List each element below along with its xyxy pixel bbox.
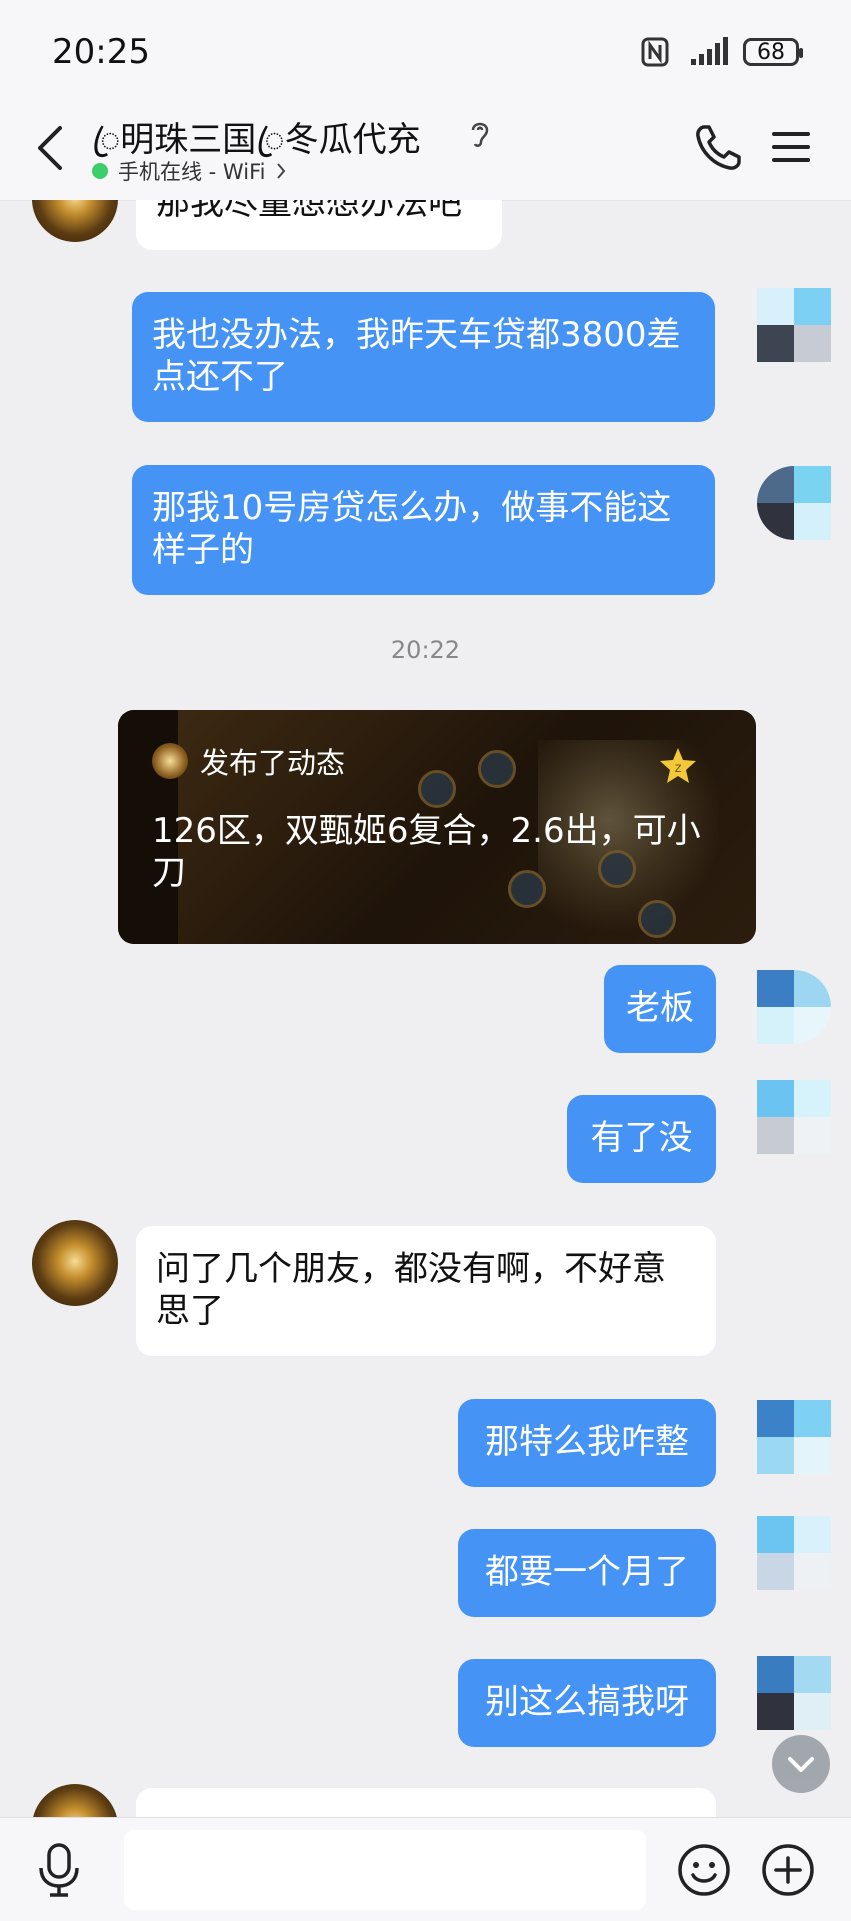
nfc-icon [641,37,669,67]
chevron-down-icon [788,1757,814,1772]
outgoing-message[interactable]: 都要一个月了 [458,1529,716,1617]
card-title: 发布了动态 [200,746,346,780]
call-button[interactable] [692,122,744,174]
back-button[interactable] [28,120,78,176]
outgoing-message[interactable]: 老板 [604,965,716,1053]
outgoing-message[interactable]: 别这么搞我呀 [458,1659,716,1747]
user-avatar[interactable] [757,466,831,540]
online-status-text: 手机在线 - WiFi [118,160,266,184]
microphone-button[interactable] [36,1842,82,1898]
user-avatar[interactable] [757,288,831,362]
emoji-button[interactable] [676,1842,732,1898]
shared-post-card[interactable]: 发布了动态 z 126区，双甄姬6复合，2.6出，可小刀 [118,710,756,944]
battery-level: 68 [757,39,785,65]
scroll-down-button[interactable] [772,1735,830,1793]
user-avatar[interactable] [757,1400,831,1474]
status-time: 20:25 [52,32,150,72]
card-header: 发布了动态 [152,740,345,782]
contact-avatar[interactable] [32,1784,118,1817]
chat-header: ꦿ明珠三国ꦿ冬瓜代充 手机在线 - WiFi [0,98,851,201]
outgoing-message[interactable]: 那特么我咋整 [458,1399,716,1487]
status-bar: 20:25 68 [0,0,851,98]
chevron-right-icon [277,163,286,179]
incoming-message[interactable]: 那我尽量想想办法吧 [136,200,502,250]
message-input[interactable] [124,1830,646,1910]
online-status[interactable]: 手机在线 - WiFi [92,156,287,186]
outgoing-message[interactable]: 那我10号房贷怎么办，做事不能这样子的 [132,465,715,595]
user-avatar[interactable] [757,1656,831,1730]
battery-icon: 68 [743,38,803,66]
contact-avatar[interactable] [32,200,118,242]
card-text: 126区，双甄姬6复合，2.6出，可小刀 [152,811,701,893]
user-avatar[interactable] [757,1080,831,1180]
incoming-message[interactable]: 问了几个朋友，都没有啊，不好意思了 [136,1226,716,1356]
card-avatar [152,743,188,779]
input-bar [0,1817,851,1921]
timestamp: 20:22 [390,636,461,664]
svg-text:z: z [675,761,682,776]
user-avatar[interactable] [757,970,831,1044]
incoming-message-partial[interactable] [136,1788,716,1817]
online-dot-icon [92,163,108,179]
status-icons: 68 [641,34,803,70]
menu-button[interactable] [770,126,812,168]
star-badge-icon: z [660,748,696,783]
outgoing-message[interactable]: 我也没办法，我昨天车贷都3800差点还不了 [132,292,715,422]
chat-area[interactable]: 那我尽量想想办法吧 我也没办法，我昨天车贷都3800差点还不了 那我10号房贷怎… [0,200,851,1817]
signal-icon [691,37,728,65]
outgoing-message[interactable]: 有了没 [567,1095,716,1183]
contact-avatar[interactable] [32,1220,118,1306]
user-avatar[interactable] [757,1516,831,1616]
plus-button[interactable] [760,1842,816,1898]
ear-icon [471,122,489,147]
